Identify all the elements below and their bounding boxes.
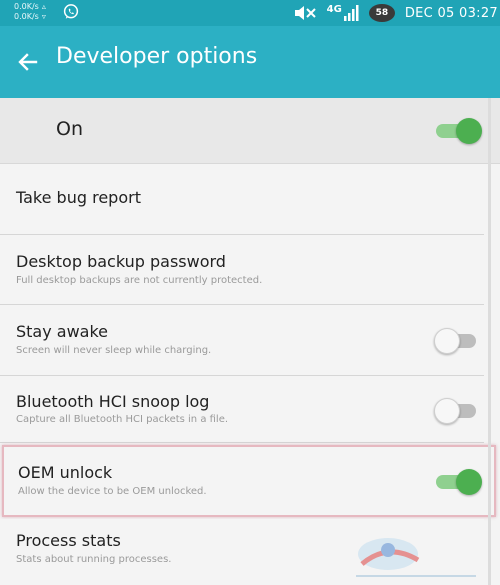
battery-icon: 58 (368, 4, 395, 22)
item-title: Process stats (16, 531, 121, 550)
item-title: Take bug report (16, 188, 141, 207)
switch-thumb (456, 469, 482, 495)
master-toggle-label: On (56, 118, 83, 140)
stay-awake-switch[interactable] (434, 326, 478, 354)
signal-icon (343, 5, 359, 21)
status-clock: DEC 05 03:27 (404, 5, 498, 21)
item-subtitle: Capture all Bluetooth HCI packets in a f… (16, 414, 229, 425)
oem-unlock-switch[interactable] (434, 467, 482, 495)
net-up: 0.0K/s (14, 2, 39, 11)
list-item-bluetooth-hci-snoop-log[interactable]: Bluetooth HCI snoop log Capture all Blue… (0, 377, 484, 443)
scrollbar[interactable] (486, 98, 500, 585)
page-title: Developer options (56, 44, 258, 69)
item-subtitle: Full desktop backups are not currently p… (16, 275, 263, 286)
item-title: Bluetooth HCI snoop log (16, 392, 210, 411)
status-right: 4G 58 DEC 05 03:27 (293, 0, 500, 26)
mute-icon (294, 6, 316, 20)
network-type: 4G (326, 3, 342, 15)
item-subtitle: Allow the device to be OEM unlocked. (18, 486, 207, 497)
bluetooth-hci-switch[interactable] (434, 396, 478, 424)
list-item-stay-awake[interactable]: Stay awake Screen will never sleep while… (0, 306, 484, 376)
switch-thumb (434, 328, 460, 354)
switch-thumb (456, 118, 482, 144)
list-item-take-bug-report[interactable]: Take bug report (0, 165, 484, 235)
net-down-arrow: ▿ (41, 12, 46, 21)
master-toggle-row[interactable]: On (0, 98, 500, 164)
list-item-oem-unlock[interactable]: OEM unlock Allow the device to be OEM un… (2, 445, 496, 517)
battery-level: 58 (375, 8, 389, 18)
item-title: Stay awake (16, 322, 109, 341)
item-title: Desktop backup password (16, 252, 226, 271)
status-bar: 0.0K/s ▵ 0.0K/s ▿ 4G 58 DEC 05 03:27 (0, 0, 500, 26)
scrollbar-track (488, 98, 491, 585)
net-down: 0.0K/s (14, 12, 39, 21)
net-up-arrow: ▵ (41, 2, 46, 11)
app-bar: Developer options (0, 26, 500, 98)
whatsapp-icon (63, 4, 79, 19)
item-subtitle: Stats about running processes. (16, 554, 172, 565)
item-title: OEM unlock (18, 463, 113, 482)
back-arrow-icon[interactable] (16, 50, 40, 74)
master-toggle-switch[interactable] (434, 116, 482, 144)
item-subtitle: Screen will never sleep while charging. (16, 345, 212, 356)
network-speed: 0.0K/s ▵ 0.0K/s ▿ (14, 2, 46, 22)
watermark-logo-icon (356, 538, 476, 577)
switch-thumb (434, 398, 460, 424)
list-item-desktop-backup-password[interactable]: Desktop backup password Full desktop bac… (0, 236, 484, 305)
